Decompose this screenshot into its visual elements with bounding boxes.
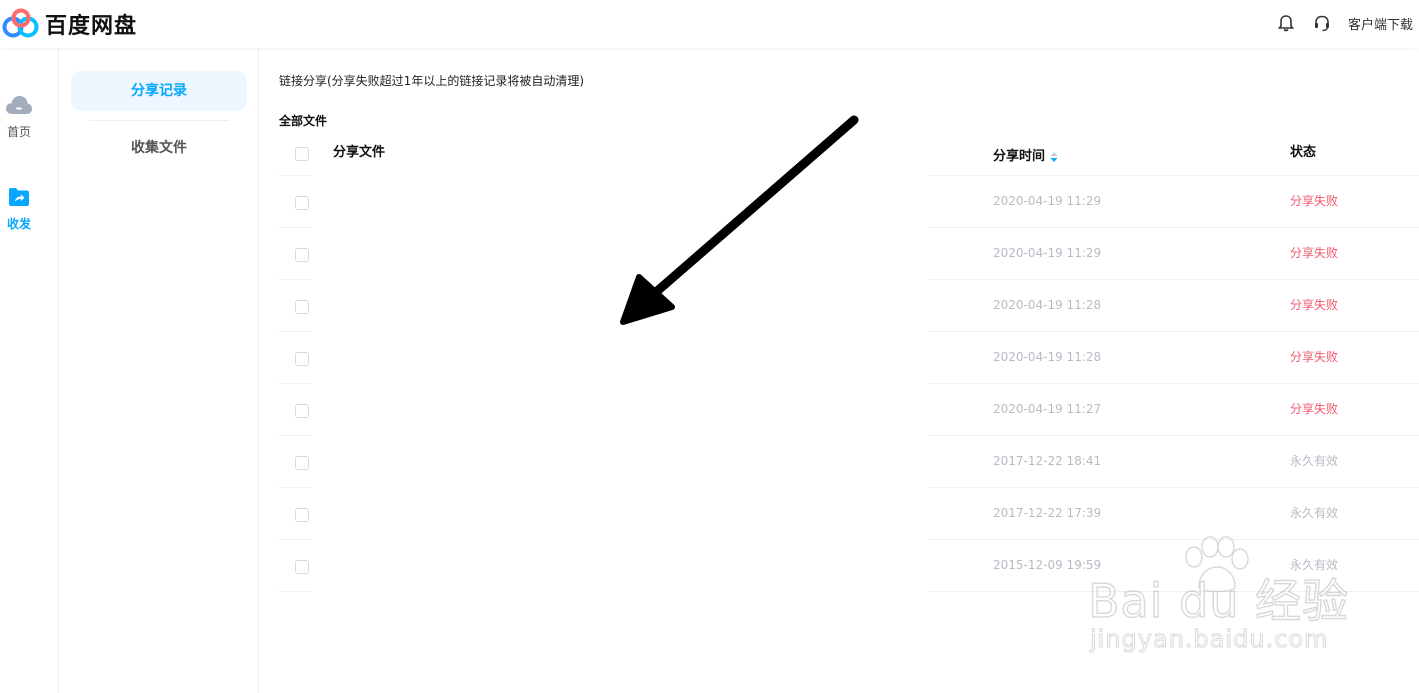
baidu-jingyan-watermark: Bai du 经验 jingyan.baidu.com xyxy=(1082,535,1350,663)
baidu-netdisk-logo-icon xyxy=(2,8,39,38)
submenu-share-records[interactable]: 分享记录 xyxy=(71,71,247,111)
left-nav-rail: 首页 收发 xyxy=(0,48,59,693)
share-status: 永久有效 xyxy=(1290,506,1339,520)
table-row[interactable]: 2020-04-19 11:29 分享失败 xyxy=(279,176,1419,228)
share-status: 分享失败 xyxy=(1290,298,1339,312)
share-time: 2020-04-19 11:28 xyxy=(993,350,1102,364)
watermark-url-text: jingyan.baidu.com xyxy=(1089,625,1329,654)
column-header-time[interactable]: 分享时间 xyxy=(993,138,1058,176)
app-name: 百度网盘 xyxy=(45,14,138,39)
table-header: 分享文件 分享时间 状态 xyxy=(279,138,1419,176)
row-checkbox[interactable] xyxy=(295,300,309,314)
row-checkbox[interactable] xyxy=(295,404,309,418)
share-submenu: 分享记录 收集文件 xyxy=(59,48,259,693)
share-status: 分享失败 xyxy=(1290,350,1339,364)
row-checkbox[interactable] xyxy=(295,248,309,262)
table-row[interactable]: 2017-12-22 18:41 永久有效 xyxy=(279,436,1419,488)
rail-item-home-label: 首页 xyxy=(6,125,31,139)
rail-item-home[interactable]: 首页 xyxy=(0,94,38,140)
share-time: 2017-12-22 17:39 xyxy=(993,506,1102,520)
rail-item-share-label: 收发 xyxy=(6,217,31,231)
column-header-file: 分享文件 xyxy=(333,145,386,160)
row-divider xyxy=(279,591,311,592)
share-time: 2020-04-19 11:28 xyxy=(993,298,1102,312)
column-header-time-label: 分享时间 xyxy=(993,149,1046,164)
share-status: 分享失败 xyxy=(1290,194,1339,208)
app-logo[interactable]: 百度网盘 xyxy=(2,8,137,40)
share-records-list: 2020-04-19 11:29 分享失败 2020-04-19 11:29 分享失败… xyxy=(279,176,1419,592)
share-status: 永久有效 xyxy=(1290,454,1339,468)
headset-icon[interactable] xyxy=(1312,13,1332,33)
sort-icon[interactable] xyxy=(1050,151,1058,163)
row-checkbox[interactable] xyxy=(295,196,309,210)
row-checkbox[interactable] xyxy=(295,560,309,574)
link-share-notice: 链接分享(分享失败超过1年以上的链接记录将被自动清理) xyxy=(279,74,585,88)
bell-icon[interactable] xyxy=(1276,13,1296,33)
share-folder-icon xyxy=(0,186,38,208)
header-actions: 客户端下载 xyxy=(1276,12,1413,34)
row-checkbox[interactable] xyxy=(295,456,309,470)
table-row[interactable]: 2020-04-19 11:27 分享失败 xyxy=(279,384,1419,436)
client-download-link[interactable]: 客户端下载 xyxy=(1348,14,1413,33)
top-header: 百度网盘 客户端下载 xyxy=(0,0,1419,48)
submenu-divider xyxy=(89,120,229,121)
table-row[interactable]: 2020-04-19 11:28 分享失败 xyxy=(279,280,1419,332)
share-time: 2017-12-22 18:41 xyxy=(993,454,1102,468)
share-time: 2020-04-19 11:27 xyxy=(993,402,1102,416)
row-checkbox[interactable] xyxy=(295,352,309,366)
rail-item-share[interactable]: 收发 xyxy=(0,186,38,232)
share-status: 分享失败 xyxy=(1290,246,1339,260)
table-row[interactable]: 2020-04-19 11:29 分享失败 xyxy=(279,228,1419,280)
watermark-main-text: Bai du 经验 xyxy=(1087,573,1350,628)
table-row[interactable]: 2017-12-22 17:39 永久有效 xyxy=(279,488,1419,540)
submenu-collect-files[interactable]: 收集文件 xyxy=(71,128,247,168)
cloud-icon xyxy=(0,94,38,116)
row-checkbox[interactable] xyxy=(295,508,309,522)
table-row[interactable]: 2020-04-19 11:28 分享失败 xyxy=(279,332,1419,384)
section-title-all-files: 全部文件 xyxy=(279,114,328,128)
column-header-status: 状态 xyxy=(1290,145,1317,160)
select-all-checkbox[interactable] xyxy=(295,147,309,161)
share-status: 分享失败 xyxy=(1290,402,1339,416)
share-time: 2020-04-19 11:29 xyxy=(993,246,1102,260)
share-time: 2020-04-19 11:29 xyxy=(993,194,1102,208)
